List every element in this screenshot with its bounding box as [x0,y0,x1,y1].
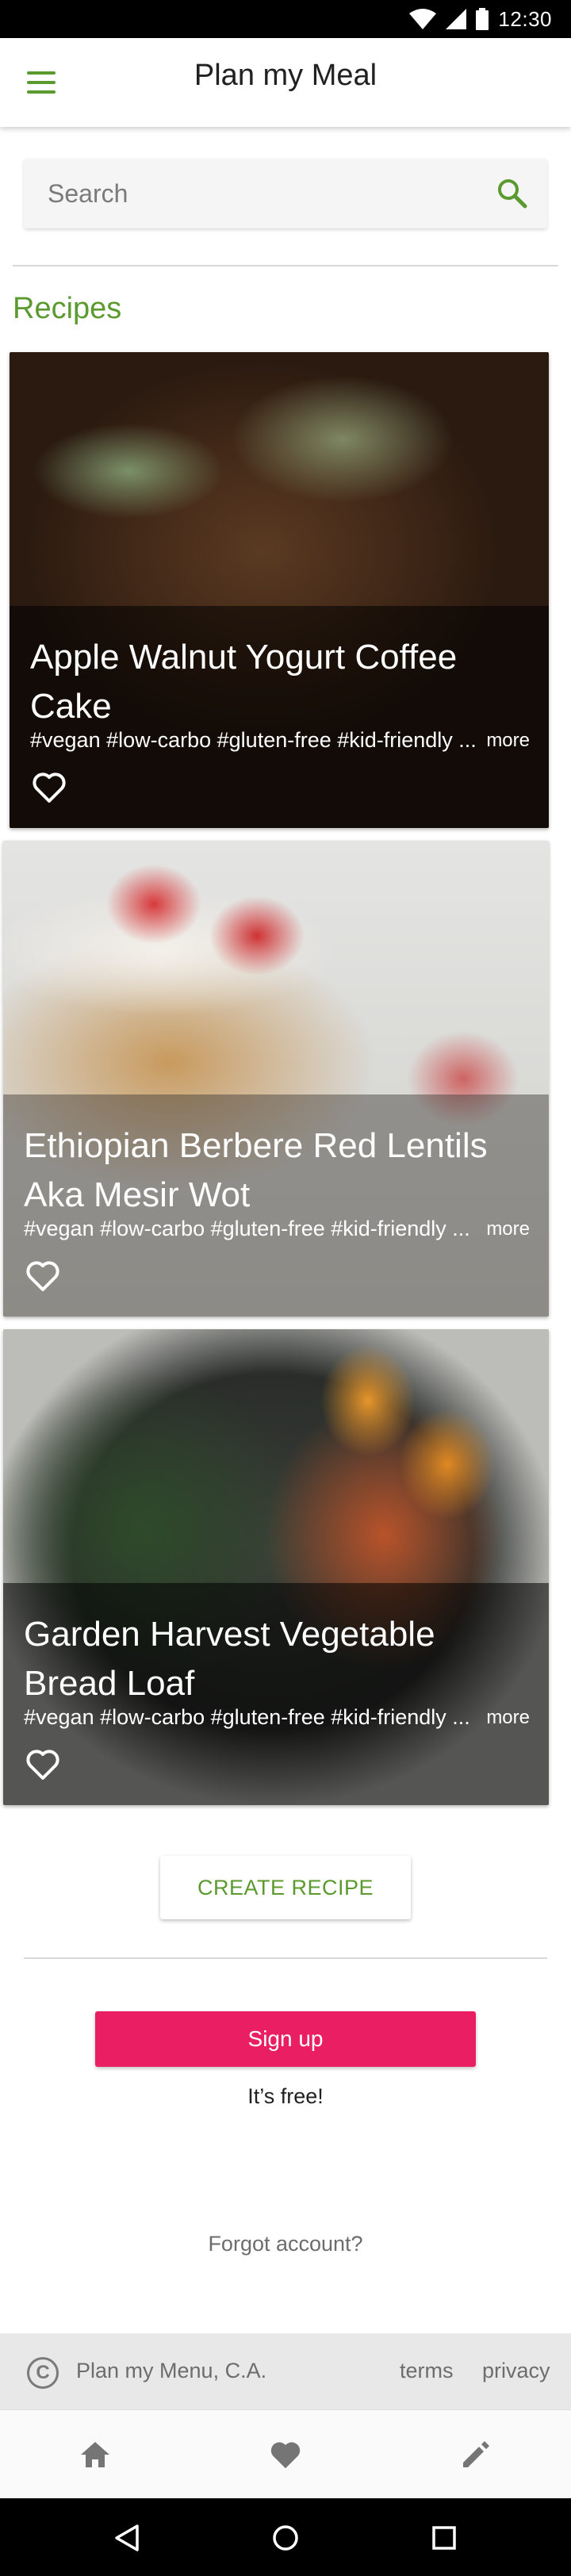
menu-icon-line [27,90,56,94]
recipe-tags: #vegan #low-carbo #gluten-free #kid-frie… [30,728,477,752]
divider [24,1957,547,1959]
footer-company: Plan my Menu, C.A. [76,2359,267,2382]
nav-edit-button[interactable] [455,2434,496,2475]
recipe-card[interactable]: Garden Harvest Vegetable Bread Loaf #veg… [3,1329,549,1805]
recipe-title: Apple Walnut Yogurt Coffee Cake [30,638,458,726]
footer: C Plan my Menu, C.A. terms privacy [0,2333,571,2409]
recipe-title: Garden Harvest Vegetable Bread Loaf [24,1615,435,1703]
copyright-icon: C [27,2357,59,2389]
signal-icon [446,9,467,29]
divider [13,265,558,266]
recipe-card-overlay: Garden Harvest Vegetable Bread Loaf #veg… [3,1583,549,1805]
nav-home-button[interactable] [75,2434,116,2475]
menu-icon-line [27,71,56,75]
recents-square-icon [432,2526,456,2550]
heart-outline-icon[interactable] [30,769,68,804]
recipe-tags: #vegan #low-carbo #gluten-free #kid-frie… [24,1705,470,1729]
search-icon[interactable] [495,176,530,211]
recipe-card-overlay: Apple Walnut Yogurt Coffee Cake #vegan #… [10,606,549,828]
menu-icon-line [27,81,56,84]
forgot-account-link[interactable]: Forgot account? [0,2232,571,2256]
nav-favorites-button[interactable] [265,2434,306,2475]
recipe-more-link[interactable]: more [486,1218,530,1240]
heart-icon [270,2442,301,2469]
pencil-icon [463,2441,489,2467]
recipe-more-link[interactable]: more [486,730,530,752]
status-icons: 12:30 [409,6,552,31]
recipe-card-overlay: Ethiopian Berbere Red Lentils Aka Mesir … [3,1094,549,1317]
sign-up-button[interactable]: Sign up [95,2011,476,2067]
menu-icon[interactable] [24,67,59,98]
search-box [24,159,547,228]
back-triangle-icon [115,2524,139,2551]
create-recipe-button[interactable]: CREATE RECIPE [160,1856,411,1919]
home-icon [81,2442,109,2467]
home-circle-icon [273,2525,298,2551]
recipe-card[interactable]: Ethiopian Berbere Red Lentils Aka Mesir … [3,841,549,1317]
battery-icon [476,8,489,30]
recipe-tags: #vegan #low-carbo #gluten-free #kid-frie… [24,1217,470,1240]
heart-outline-icon[interactable] [24,1258,62,1293]
app-bar: Plan my Meal [0,38,571,127]
recipe-title: Ethiopian Berbere Red Lentils Aka Mesir … [24,1126,488,1214]
privacy-link[interactable]: privacy [482,2359,550,2383]
system-navigation-bar [0,2498,571,2576]
app-title: Plan my Meal [194,59,377,92]
recipe-more-link[interactable]: more [486,1707,530,1729]
bottom-navigation [0,2409,571,2498]
system-home-button[interactable] [265,2517,306,2559]
recipes-section-title: Recipes [13,292,122,325]
recipe-card[interactable]: Apple Walnut Yogurt Coffee Cake #vegan #… [10,352,549,828]
free-note: It’s free! [247,2084,324,2108]
system-back-button[interactable] [106,2517,148,2559]
heart-outline-icon[interactable] [24,1746,62,1781]
wifi-icon [409,9,437,29]
search-input[interactable] [48,159,476,228]
status-time: 12:30 [498,6,552,31]
terms-link[interactable]: terms [400,2359,454,2383]
status-bar: 12:30 [0,0,571,38]
system-recents-button[interactable] [423,2517,465,2559]
